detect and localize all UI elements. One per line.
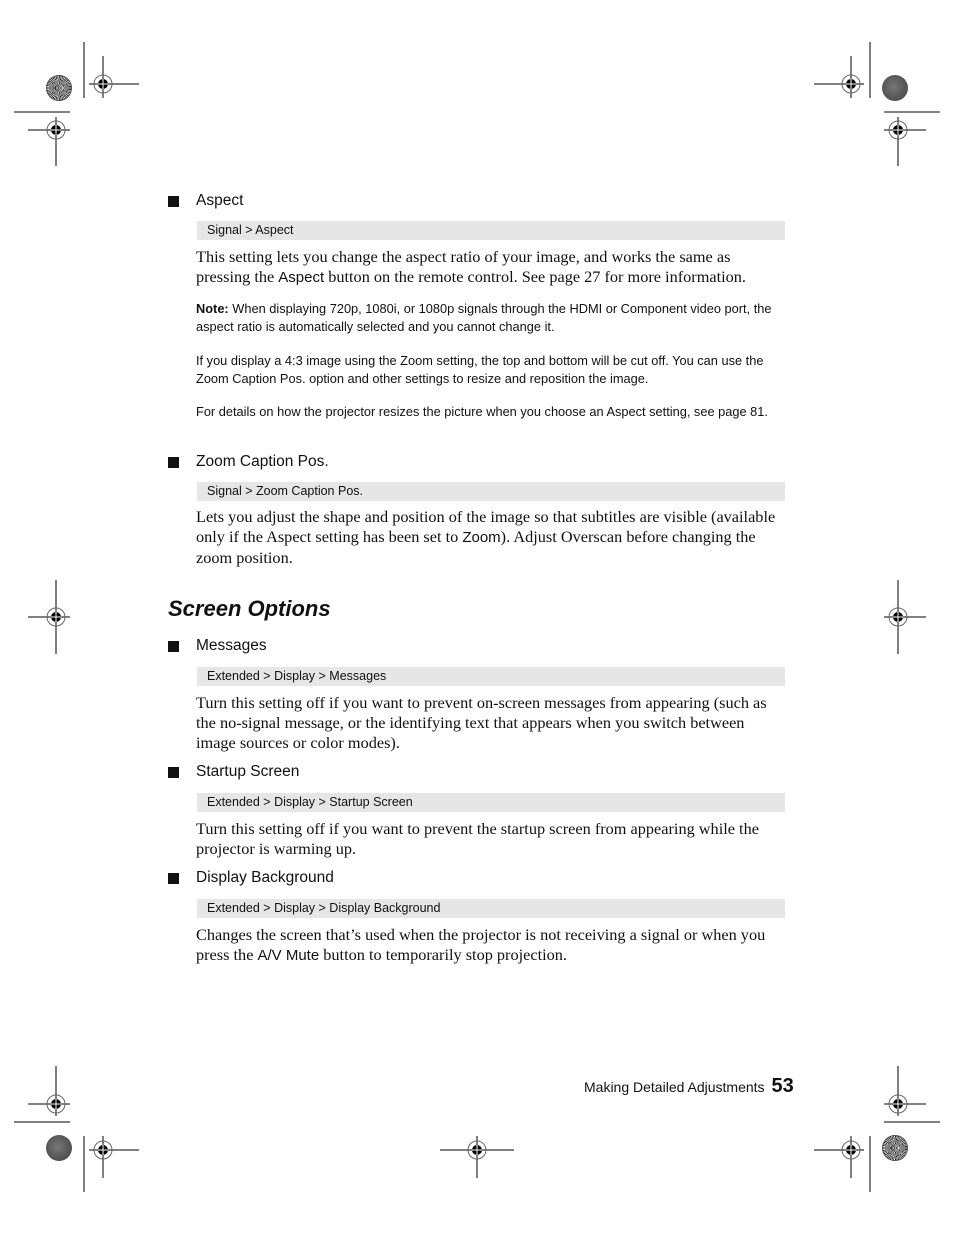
- bullet-icon: [168, 872, 179, 884]
- item-description: This setting lets you change the aspect …: [196, 247, 746, 286]
- bullet-icon: [168, 456, 179, 468]
- menu-path-bar: Extended > Display > Startup Screen: [197, 793, 785, 812]
- registration-marks: [14, 42, 940, 1192]
- color-target-starburst-icon: [46, 75, 72, 101]
- menu-path-bar: Extended > Display > Messages: [197, 667, 785, 686]
- item-description: Turn this setting off if you want to pre…: [196, 819, 759, 858]
- item-description: Turn this setting off if you want to pre…: [196, 693, 767, 752]
- section-title: Screen Options: [168, 596, 331, 621]
- ui-term: Zoom: [462, 529, 501, 546]
- item-description: Lets you adjust the shape and position o…: [196, 507, 776, 567]
- note-paragraph: For details on how the projector resizes…: [196, 404, 768, 419]
- color-target-starburst-icon: [882, 1135, 908, 1161]
- ui-term: Aspect: [278, 269, 325, 286]
- chapter-title: Making Detailed Adjustments: [584, 1079, 765, 1095]
- menu-path-bar: Extended > Display > Display Background: [197, 899, 785, 918]
- item-description: Changes the screen that’s used when the …: [196, 925, 766, 964]
- item-title: Aspect: [196, 192, 244, 209]
- page-footer: Making Detailed Adjustments 53: [584, 1075, 794, 1098]
- note-paragraph: If you display a 4:3 image using the Zoo…: [196, 353, 764, 386]
- item-title: Display Background: [196, 869, 334, 886]
- item-title: Zoom Caption Pos.: [196, 453, 329, 470]
- bullet-icon: [168, 195, 179, 207]
- menu-path-bar: Signal > Aspect: [197, 221, 785, 240]
- item-heading-zoom-caption-pos: Zoom Caption Pos.: [168, 453, 329, 471]
- bullet-icon: [168, 640, 179, 652]
- crop-mark-top-left: [14, 42, 139, 166]
- note-paragraph: Note: When displaying 720p, 1080i, or 10…: [196, 301, 772, 334]
- menu-path-bar: Signal > Zoom Caption Pos.: [197, 482, 785, 501]
- color-target-gray-icon: [46, 1135, 72, 1161]
- bullet-icon: [168, 766, 179, 778]
- ui-term: A/V Mute: [257, 947, 320, 964]
- crop-mark-bottom-right: [814, 1066, 940, 1192]
- item-heading-display-background: Display Background: [168, 869, 334, 887]
- crop-mark-middle-right: [884, 580, 926, 654]
- crop-mark-bottom-left: [14, 1066, 139, 1192]
- manual-page: Aspect Signal > Aspect This setting lets…: [0, 0, 954, 1235]
- crop-mark-bottom-center: [440, 1136, 514, 1178]
- crop-mark-top-right: [814, 42, 940, 166]
- crop-mark-middle-left: [28, 580, 70, 654]
- item-heading-aspect: Aspect: [168, 192, 243, 210]
- color-target-gray-icon: [882, 75, 908, 101]
- page-number: 53: [771, 1075, 794, 1097]
- note-label: Note:: [196, 301, 229, 316]
- item-title: Messages: [196, 637, 267, 654]
- item-title: Startup Screen: [196, 763, 300, 780]
- item-heading-messages: Messages: [168, 637, 267, 655]
- item-heading-startup-screen: Startup Screen: [168, 763, 299, 781]
